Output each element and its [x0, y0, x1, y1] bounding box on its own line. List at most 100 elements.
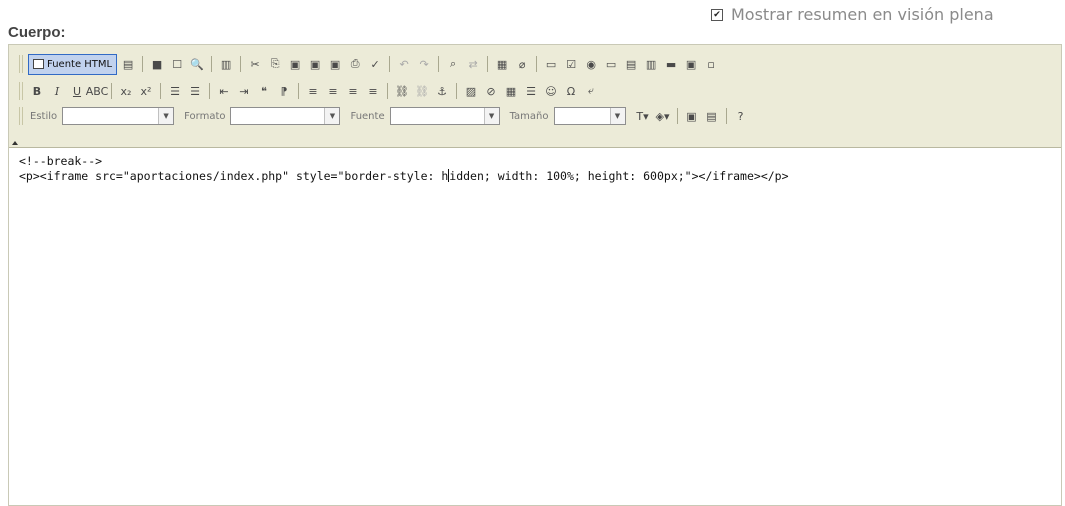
toolbar-separator [142, 56, 144, 72]
paste-word-icon[interactable]: ▣ [326, 55, 344, 73]
source-icon [33, 59, 44, 69]
align-right-icon[interactable]: ≡ [344, 82, 362, 100]
resumen-checkbox-label: Mostrar resumen en visión plena [731, 5, 994, 24]
outdent-icon[interactable]: ⇤ [215, 82, 233, 100]
toolbar-separator [209, 83, 210, 99]
hidden-field-icon[interactable]: ▫ [702, 55, 720, 73]
image-button-icon[interactable]: ▣ [682, 55, 700, 73]
font-label: Fuente [350, 110, 385, 122]
source-html-button[interactable]: Fuente HTML [28, 53, 118, 75]
source-html-label: Fuente HTML [47, 58, 113, 70]
page-break-icon[interactable]: ⤶ [582, 82, 600, 100]
remove-format-icon[interactable]: ⌀ [513, 55, 531, 73]
toolbar-separator [676, 108, 678, 124]
replace-icon[interactable]: ⇄ [464, 55, 482, 73]
link-icon[interactable]: ⛓ [393, 82, 411, 100]
select-all-icon[interactable]: ▦ [493, 55, 511, 73]
toolbar-separator [487, 56, 489, 72]
redo-icon[interactable]: ↷ [415, 55, 433, 73]
style-label: Estilo [30, 110, 58, 122]
toolbar-separator [387, 83, 388, 99]
bold-icon[interactable]: B [28, 82, 46, 100]
font-select[interactable]: ▼ [389, 107, 500, 125]
undo-icon[interactable]: ↶ [395, 55, 413, 73]
form-icon[interactable]: ▭ [542, 55, 560, 73]
radio-icon[interactable]: ◉ [582, 55, 600, 73]
checkbox-icon[interactable]: ☑ [562, 55, 580, 73]
find-icon[interactable]: ⌕ [444, 55, 462, 73]
size-label: Tamaño [509, 110, 549, 122]
rich-text-editor: Fuente HTML ▤ ■ ☐ 🔍 ▥ ✂ ⎘ ▣ ▣ ▣ ⎙ ✓ ↶ ↷ ⌕ ⇄ ▦ ⌀ ▭ ☑ ◉ ▭ ▤ ▥ ▬ ▣ ▫ … [8, 44, 1062, 506]
table-icon[interactable]: ▦ [502, 82, 520, 100]
save-icon[interactable]: ■ [148, 55, 166, 73]
size-select[interactable]: ▼ [553, 107, 626, 125]
toolbar-separator [298, 83, 299, 99]
textarea-icon[interactable]: ▤ [622, 55, 640, 73]
horizontal-rule-icon[interactable]: ☰ [522, 82, 540, 100]
flash-icon[interactable]: ⊘ [482, 82, 500, 100]
underline-icon[interactable]: U [68, 82, 86, 100]
chevron-down-icon: ▼ [158, 108, 174, 124]
editor-toolbar: Fuente HTML ▤ ■ ☐ 🔍 ▥ ✂ ⎘ ▣ ▣ ▣ ⎙ ✓ ↶ ↷ ⌕ ⇄ ▦ ⌀ ▭ ☑ ◉ ▭ ▤ ▥ ▬ ▣ ▫ … [9, 45, 1061, 148]
chevron-down-icon: ▼ [324, 108, 340, 124]
toolbar-row-2: B I U ABC x₂ x² ☰ ☰ ⇤ ⇥ ❝ ⁋ ≡ ≡ ≡ ≡ ⛓ ⛓ ⚓ ▨ ⊘ ▦ ☰ ☺ Ω ⤶ [19, 81, 600, 101]
anchor-icon[interactable]: ⚓ [433, 82, 451, 100]
align-center-icon[interactable]: ≡ [324, 82, 342, 100]
div-icon[interactable]: ⁋ [275, 82, 293, 100]
show-blocks-icon[interactable]: ▤ [703, 107, 721, 125]
toolbar-separator [536, 56, 538, 72]
preview-icon[interactable]: ▤ [119, 55, 137, 73]
numbered-list-icon[interactable]: ☰ [166, 82, 184, 100]
paste-icon[interactable]: ▣ [286, 55, 304, 73]
image-icon[interactable]: ▨ [462, 82, 480, 100]
print-icon[interactable]: ⎙ [346, 55, 364, 73]
print-preview-icon[interactable]: 🔍 [188, 55, 206, 73]
about-icon[interactable]: ? [732, 107, 750, 125]
special-char-icon[interactable]: Ω [562, 82, 580, 100]
button-icon[interactable]: ▬ [662, 55, 680, 73]
indent-icon[interactable]: ⇥ [235, 82, 253, 100]
toolbar-separator [456, 83, 457, 99]
format-select[interactable]: ▼ [230, 107, 341, 125]
resumen-checkbox-row[interactable]: ✔ Mostrar resumen en visión plena [711, 5, 994, 24]
toolbar-separator [111, 83, 112, 99]
toolbar-separator [211, 56, 213, 72]
collapse-toolbar-icon[interactable] [12, 141, 18, 145]
toolbar-grip [19, 55, 23, 73]
text-color-icon[interactable]: T▾ [634, 107, 652, 125]
textfield-icon[interactable]: ▭ [602, 55, 620, 73]
maximize-icon[interactable]: ▣ [683, 107, 701, 125]
strike-icon[interactable]: ABC [86, 82, 109, 100]
justify-icon[interactable]: ≡ [364, 82, 382, 100]
copy-icon[interactable]: ⎘ [266, 55, 284, 73]
cut-icon[interactable]: ✂ [246, 55, 264, 73]
templates-icon[interactable]: ▥ [217, 55, 235, 73]
source-line-1: <!--break--> [19, 154, 103, 168]
blockquote-icon[interactable]: ❝ [255, 82, 273, 100]
align-left-icon[interactable]: ≡ [304, 82, 322, 100]
paste-text-icon[interactable]: ▣ [306, 55, 324, 73]
toolbar-row-3: Estilo ▼ Formato ▼ Fuente ▼ Tamaño ▼ T▾ ◈… [19, 106, 750, 126]
smiley-icon[interactable]: ☺ [542, 82, 560, 100]
chevron-down-icon: ▼ [609, 108, 625, 124]
toolbar-separator [725, 108, 727, 124]
new-page-icon[interactable]: ☐ [168, 55, 186, 73]
italic-icon[interactable]: I [48, 82, 66, 100]
source-line-2a: <p><iframe src="aportaciones/index.php" … [19, 169, 449, 183]
toolbar-separator [240, 56, 242, 72]
superscript-icon[interactable]: x² [137, 82, 155, 100]
bulleted-list-icon[interactable]: ☰ [186, 82, 204, 100]
field-label-cuerpo: Cuerpo: [8, 24, 66, 41]
toolbar-separator [160, 83, 161, 99]
style-select[interactable]: ▼ [62, 107, 175, 125]
chevron-down-icon: ▼ [483, 108, 499, 124]
subscript-icon[interactable]: x₂ [117, 82, 135, 100]
select-icon[interactable]: ▥ [642, 55, 660, 73]
unlink-icon[interactable]: ⛓ [413, 82, 431, 100]
source-textarea[interactable]: <!--break--> <p><iframe src="aportacione… [9, 148, 1061, 505]
toolbar-grip [19, 82, 23, 100]
resumen-checkbox[interactable]: ✔ [711, 8, 723, 21]
spellcheck-icon[interactable]: ✓ [366, 55, 384, 73]
toolbar-row-1: Fuente HTML ▤ ■ ☐ 🔍 ▥ ✂ ⎘ ▣ ▣ ▣ ⎙ ✓ ↶ ↷ ⌕ ⇄ ▦ ⌀ ▭ ☑ ◉ ▭ ▤ ▥ ▬ ▣ ▫ [19, 53, 720, 75]
background-color-icon[interactable]: ◈▾ [654, 107, 672, 125]
